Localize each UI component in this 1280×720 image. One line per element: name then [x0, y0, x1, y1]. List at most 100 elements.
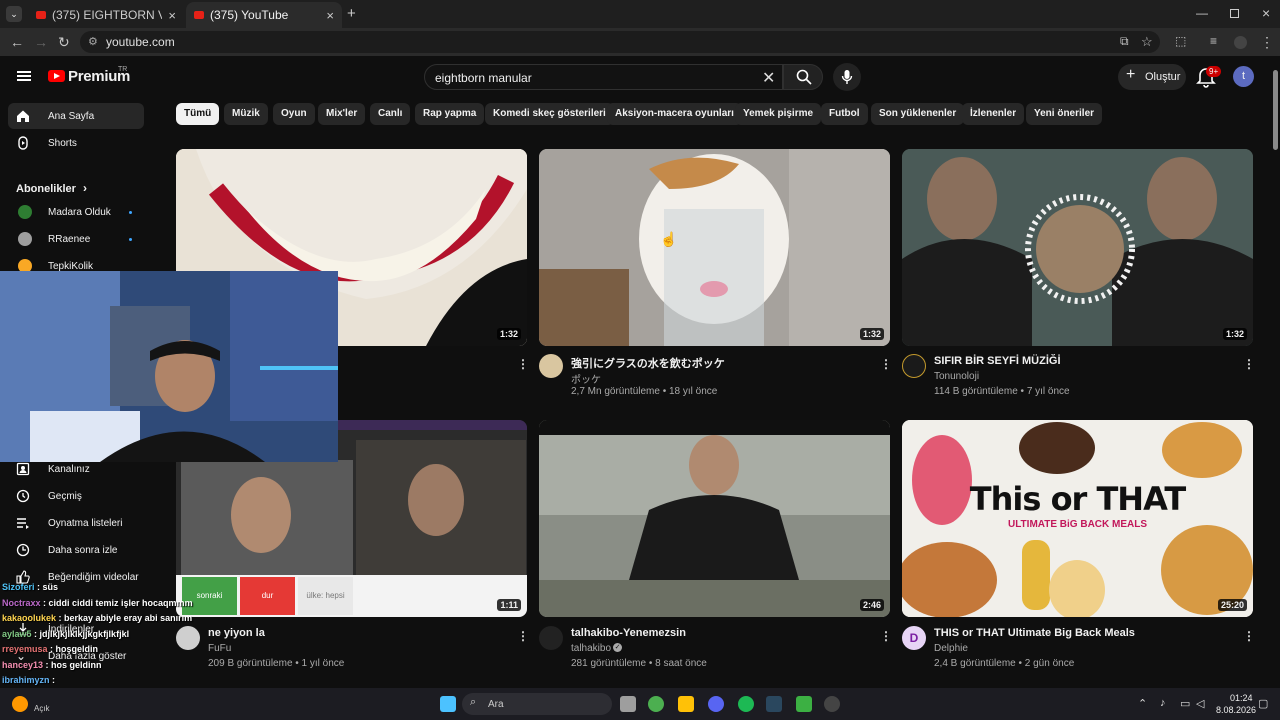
filter-chip[interactable]: Mix'ler [318, 103, 366, 125]
chrome-icon[interactable] [648, 696, 664, 712]
channel-name[interactable]: Delphie [934, 643, 968, 654]
chat-message: hancey13 : hos geldinn [2, 660, 102, 670]
video-thumbnail[interactable]: 1:32 [902, 149, 1253, 346]
more-options-icon[interactable]: ⋮ [880, 357, 892, 371]
rapper-sitting-image [539, 420, 890, 617]
more-options-icon[interactable]: ⋮ [880, 629, 892, 643]
more-options-icon[interactable]: ⋮ [517, 357, 529, 371]
clear-search-icon[interactable]: ✕ [762, 68, 775, 88]
video-title[interactable]: 強引にグラスの水を飲むポッケ [571, 355, 725, 371]
close-tab-icon[interactable]: × [168, 8, 176, 23]
microphone-tray-icon[interactable]: ♪ [1160, 697, 1166, 709]
tab-search-icon[interactable]: ≡ [1210, 34, 1217, 48]
minimize-button[interactable]: — [1196, 6, 1208, 20]
video-thumbnail[interactable]: 1:32 [539, 149, 890, 346]
close-window-button[interactable]: × [1262, 5, 1270, 21]
scrollbar-thumb[interactable] [1273, 70, 1278, 150]
filter-chip[interactable]: Son yüklenenler [871, 103, 965, 125]
video-title[interactable]: SIFIR BİR SEYFİ MÜZİĞİ [934, 355, 1061, 367]
bookmark-star-icon[interactable]: ☆ [1141, 34, 1153, 50]
extensions-icon[interactable]: ⬚ [1175, 34, 1186, 48]
network-icon[interactable]: ▭ [1180, 697, 1190, 710]
filter-chip[interactable]: Aksiyon-macera oyunları [607, 103, 742, 125]
tab-list-button[interactable]: ⌄ [6, 6, 22, 22]
filter-chip[interactable]: Rap yapma [415, 103, 485, 125]
filter-chip[interactable]: Tümü [176, 103, 220, 125]
new-tab-button[interactable]: + [347, 5, 356, 22]
volume-icon[interactable]: ◁ [1196, 697, 1204, 710]
page-scrollbar[interactable] [1270, 56, 1280, 688]
notification-center-icon[interactable]: ▢ [1258, 697, 1268, 710]
taskbar-search[interactable]: ⌕ Ara [462, 693, 612, 715]
forward-icon[interactable]: → [34, 34, 48, 50]
video-title[interactable]: THIS or THAT Ultimate Big Back Meals [934, 627, 1135, 639]
menu-icon[interactable] [17, 71, 31, 81]
sidebar-item-watch-later[interactable]: Daha sonra izle [8, 537, 144, 563]
video-thumbnail[interactable]: This or THAT ULTIMATE BiG BACK MEALS 25:… [902, 420, 1253, 617]
channel-name[interactable]: ポッケ [571, 371, 601, 386]
spotify-icon[interactable] [738, 696, 754, 712]
site-info-icon[interactable]: ⚙ [88, 35, 98, 48]
youtube-logo-icon[interactable] [48, 70, 65, 82]
game-button-stop: dur [240, 577, 295, 615]
filter-chip[interactable]: Yeni öneriler [1026, 103, 1103, 125]
steam-icon[interactable] [766, 696, 782, 712]
channel-avatar[interactable] [539, 626, 563, 650]
search-input[interactable]: eightborn manular [424, 64, 783, 90]
subscription-item[interactable]: RRaenee [8, 226, 144, 252]
channel-name[interactable]: talhakibo [571, 643, 611, 654]
weather-label[interactable]: Açık [34, 704, 50, 713]
filter-chip[interactable]: Yemek pişirme [735, 103, 822, 125]
more-options-icon[interactable]: ⋮ [1243, 629, 1255, 643]
tray-overflow-icon[interactable]: ⌃ [1138, 697, 1147, 710]
video-title[interactable]: talhakibo-Yenemezsin [571, 627, 686, 639]
channel-avatar[interactable] [176, 626, 200, 650]
video-meta: 209 B görüntüleme • 1 yıl önce [208, 658, 345, 669]
video-title[interactable]: ne yiyon la [208, 627, 265, 639]
channel-name[interactable]: FuFu [208, 643, 231, 654]
install-app-icon[interactable]: ⧉ [1120, 34, 1129, 49]
subscription-item[interactable]: Madara Olduk [8, 199, 144, 225]
url-input[interactable]: ⚙ youtube.com [80, 31, 1160, 53]
voice-search-button[interactable] [833, 63, 861, 91]
channel-avatar[interactable] [902, 354, 926, 378]
avatar[interactable]: t [1233, 66, 1254, 87]
subscriptions-heading[interactable]: Abonelikler › [16, 181, 87, 195]
video-thumbnail[interactable]: 2:46 [539, 420, 890, 617]
filter-chip[interactable]: İzlenenler [962, 103, 1025, 125]
sidebar-item-shorts[interactable]: Shorts [8, 130, 144, 156]
sidebar-item-home[interactable]: Ana Sayfa [8, 103, 144, 129]
close-tab-icon[interactable]: × [326, 8, 334, 23]
app-icon[interactable] [796, 696, 812, 712]
plus-icon: + [1126, 66, 1136, 83]
more-options-icon[interactable]: ⋮ [517, 629, 529, 643]
filter-chip[interactable]: Komedi skeç gösterileri [485, 103, 614, 125]
sidebar-item-playlists[interactable]: Oynatma listeleri [8, 510, 144, 536]
profile-icon[interactable] [1234, 36, 1247, 49]
file-explorer-icon[interactable] [678, 696, 694, 712]
more-options-icon[interactable]: ⋮ [1243, 357, 1255, 371]
clock-date[interactable]: 8.08.2026 [1216, 705, 1256, 715]
filter-chip[interactable]: Futbol [821, 103, 868, 125]
windows-start-icon[interactable] [440, 696, 456, 712]
discord-icon[interactable] [708, 696, 724, 712]
task-view-icon[interactable] [620, 696, 636, 712]
channel-avatar[interactable] [539, 354, 563, 378]
browser-menu-icon[interactable]: ⋮ [1260, 34, 1274, 51]
chat-text: jdjlkjkjlklkjjkgkfjlkfjkl [39, 628, 130, 639]
filter-chip[interactable]: Müzik [224, 103, 268, 125]
restore-button[interactable] [1230, 9, 1239, 18]
clock-time[interactable]: 01:24 [1230, 693, 1253, 703]
channel-avatar[interactable]: D [902, 626, 926, 650]
filter-chip[interactable]: Oyun [273, 103, 315, 125]
obs-icon[interactable] [824, 696, 840, 712]
reload-icon[interactable]: ↻ [58, 34, 70, 51]
channel-name[interactable]: Tonunoloji [934, 371, 979, 382]
search-button[interactable] [783, 64, 823, 90]
filter-chip[interactable]: Canlı [370, 103, 411, 125]
browser-tab-1[interactable]: (375) EIGHTBORN V NEXT | EM × [28, 2, 184, 28]
back-icon[interactable]: ← [10, 34, 24, 50]
weather-icon [12, 696, 28, 712]
browser-tab-2[interactable]: (375) YouTube × [186, 2, 342, 28]
sidebar-item-history[interactable]: Geçmiş [8, 483, 144, 509]
